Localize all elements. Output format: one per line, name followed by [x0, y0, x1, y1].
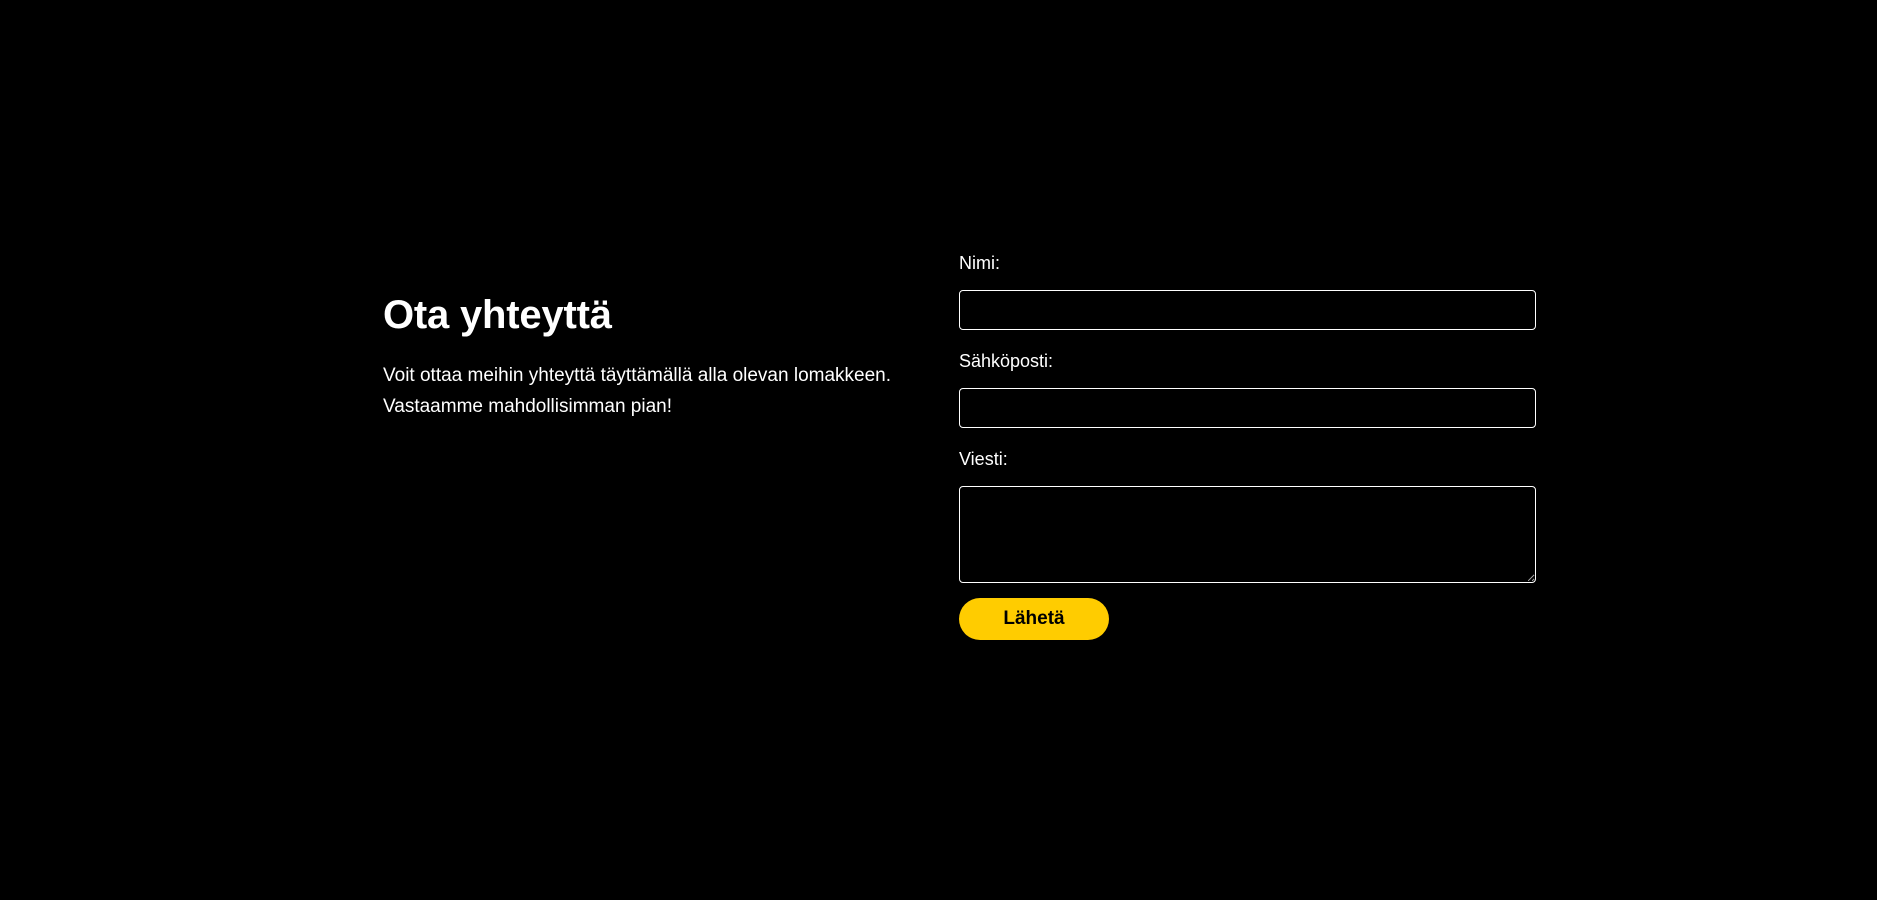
intro-text: Voit ottaa meihin yhteyttä täyttämällä a… [383, 360, 943, 422]
intro-text-line-2: Vastaamme mahdollisimman pian! [383, 396, 672, 417]
email-label: Sähköposti: [959, 351, 1054, 371]
contact-intro: Ota yhteyttä Voit ottaa meihin yhteyttä … [383, 292, 943, 422]
page-title: Ota yhteyttä [383, 293, 612, 337]
name-input[interactable] [959, 290, 1536, 330]
name-label: Nimi: [959, 253, 1000, 273]
intro-text-line-1: Voit ottaa meihin yhteyttä täyttämällä a… [383, 365, 892, 386]
contact-page: Ota yhteyttä Voit ottaa meihin yhteyttä … [0, 0, 1877, 900]
email-input[interactable] [959, 388, 1536, 428]
message-label: Viesti: [959, 449, 1008, 469]
message-textarea[interactable] [959, 486, 1536, 583]
contact-form: Nimi: Sähköposti: Viesti: Lähetä [959, 250, 1536, 640]
submit-button[interactable]: Lähetä [959, 598, 1109, 640]
